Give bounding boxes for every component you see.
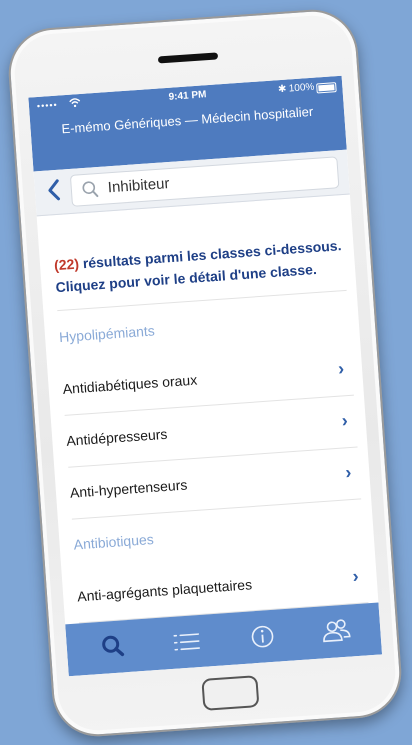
back-button[interactable] [44,177,68,204]
class-label: Hypolipémiants [58,322,156,346]
signal-icon: ••••• [36,99,59,112]
chevron-right-icon: › [337,358,345,379]
users-icon [323,619,351,643]
class-label: Antidiabétiques oraux [62,371,198,397]
tab-search[interactable] [96,629,138,664]
info-icon [251,625,274,648]
search-value: Inhibiteur [107,175,171,197]
bluetooth-icon: ✱ [277,83,287,96]
class-label: Antibiotiques [73,531,155,553]
tab-info[interactable] [245,619,287,654]
screen: ••••• 9:41 PM ✱ 100% E-mémo Génériques —… [28,75,383,677]
class-label: Antidépresseurs [65,425,168,449]
tab-users[interactable] [319,614,361,649]
battery-percent: 100% [288,81,315,95]
chevron-right-icon: › [351,565,360,587]
search-icon [102,635,125,657]
tab-list[interactable] [170,624,212,659]
phone-device: ••••• 9:41 PM ✱ 100% E-mémo Génériques —… [5,6,405,740]
class-label: Anti-hypertenseurs [69,476,188,501]
results-count: (22) [53,255,80,274]
battery-icon [316,82,337,94]
status-time: 9:41 PM [168,89,207,103]
class-label: Anti-agrégants plaquettaires [76,576,253,605]
chevron-right-icon: › [340,410,349,431]
wifi-icon [68,97,81,111]
chevron-right-icon: › [344,462,352,483]
results-summary: (22) résultats parmi les classes ci-dess… [53,234,345,298]
list-icon [173,633,200,651]
chevron-left-icon [48,179,60,201]
search-icon [79,179,100,200]
background: ••••• 9:41 PM ✱ 100% E-mémo Génériques —… [0,0,412,745]
home-button[interactable] [201,675,260,711]
